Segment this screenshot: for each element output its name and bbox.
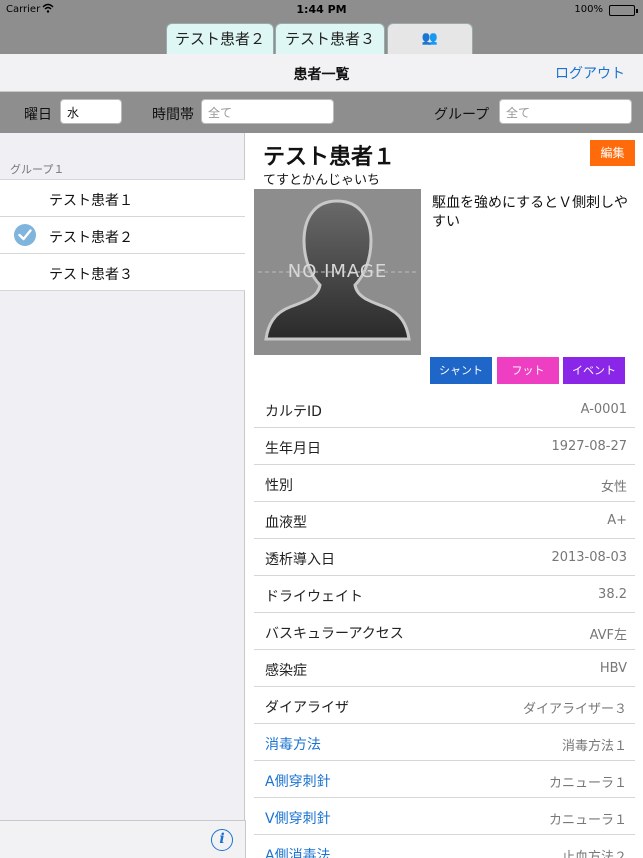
- table-row[interactable]: V側穿刺針 カニューラ１: [254, 798, 635, 835]
- row-value: 女性: [600, 480, 627, 495]
- row-value: 消毒方法１: [561, 739, 627, 754]
- table-row: バスキュラーアクセス AVF左: [254, 613, 635, 650]
- table-row[interactable]: A側穿刺針 カニューラ１: [254, 761, 635, 798]
- day-filter-label: 曜日: [24, 107, 52, 123]
- row-value: 38.2: [598, 587, 627, 602]
- filter-bar: 曜日 水 時間帯 全て グループ 全て: [0, 92, 643, 133]
- shunt-button[interactable]: シャント: [430, 357, 492, 384]
- list-item[interactable]: テスト患者１: [0, 180, 245, 217]
- foot-button[interactable]: フット: [497, 357, 559, 384]
- row-value: A+: [607, 513, 627, 528]
- row-label: 透析導入日: [265, 552, 335, 568]
- tab-patient-list[interactable]: 👥: [387, 23, 473, 54]
- table-row: 透析導入日 2013-08-03: [254, 539, 635, 576]
- navigation-bar: 患者一覧 ログアウト: [0, 54, 643, 92]
- row-value: AVF左: [589, 628, 627, 643]
- table-row[interactable]: 消毒方法 消毒方法１: [254, 724, 635, 761]
- table-row: ドライウェイト 38.2: [254, 576, 635, 613]
- patient-info-table: カルテID A-0001 生年月日 1927-08-27 性別 女性 血液型 A…: [254, 391, 635, 858]
- day-filter-field[interactable]: 水: [60, 99, 122, 124]
- patient-sidebar: グループ１ テスト患者１ テスト患者２ テスト患者３: [0, 133, 245, 820]
- a-side-disinfection-link[interactable]: A側消毒法: [265, 845, 331, 858]
- patient-name-label: テスト患者１: [49, 193, 133, 209]
- row-value: 1927-08-27: [551, 439, 627, 454]
- logout-button[interactable]: ログアウト: [555, 63, 625, 83]
- patient-detail: テスト患者１ てすとかんじゃいち 編集 NO IMAGE 駆血を強めにするとＶ側…: [246, 133, 643, 858]
- clock: 1:44 PM: [296, 3, 347, 16]
- patient-name-label: テスト患者２: [49, 230, 133, 246]
- row-label: カルテID: [265, 404, 322, 420]
- battery-percentage: 100%: [574, 4, 603, 15]
- table-row: カルテID A-0001: [254, 391, 635, 428]
- patient-photo-placeholder: NO IMAGE: [254, 189, 421, 355]
- row-label: バスキュラーアクセス: [265, 626, 404, 642]
- a-side-needle-link[interactable]: A側穿刺針: [265, 771, 331, 791]
- patient-name: テスト患者１: [263, 145, 396, 170]
- table-row: ダイアライザ ダイアライザー３: [254, 687, 635, 724]
- tab-patient-3[interactable]: テスト患者３: [275, 23, 385, 54]
- time-filter-label: 時間帯: [152, 107, 194, 123]
- page-title: 患者一覧: [293, 67, 350, 83]
- battery-icon: [609, 5, 638, 16]
- patient-kana: てすとかんじゃいち: [263, 173, 381, 188]
- row-label: ダイアライザ: [265, 700, 349, 716]
- patient-name-label: テスト患者３: [49, 267, 133, 283]
- edit-button[interactable]: 編集: [590, 140, 635, 166]
- row-label: 性別: [265, 478, 293, 494]
- sidebar-toolbar: i: [0, 820, 246, 858]
- row-value: ダイアライザー３: [522, 702, 627, 717]
- list-item[interactable]: テスト患者２: [0, 217, 245, 254]
- table-row: 性別 女性: [254, 465, 635, 502]
- row-value: カニューラ１: [548, 776, 627, 791]
- info-icon[interactable]: i: [211, 829, 233, 851]
- tab-patient-2[interactable]: テスト患者２: [166, 23, 274, 54]
- row-value: 止血方法２: [561, 850, 627, 858]
- group-filter-label: グループ: [434, 107, 490, 123]
- checkmark-icon: [14, 224, 36, 246]
- row-value: カニューラ１: [548, 813, 627, 828]
- table-row: 感染症 HBV: [254, 650, 635, 687]
- group-header: グループ１: [10, 163, 65, 176]
- status-bar: Carrier 1:44 PM 100%: [0, 0, 643, 20]
- patient-list: テスト患者１ テスト患者２ テスト患者３: [0, 179, 245, 291]
- people-icon: 👥: [421, 31, 439, 46]
- table-row[interactable]: A側消毒法 止血方法２: [254, 835, 635, 858]
- patient-note: 駆血を強めにするとＶ側刺しやすい: [432, 195, 628, 230]
- row-value: 2013-08-03: [551, 550, 627, 565]
- time-filter-field[interactable]: 全て: [201, 99, 334, 124]
- list-item[interactable]: テスト患者３: [0, 254, 245, 291]
- row-label: 血液型: [265, 515, 307, 531]
- row-label: 生年月日: [265, 441, 321, 457]
- disinfection-method-link[interactable]: 消毒方法: [265, 734, 321, 754]
- group-filter-field[interactable]: 全て: [499, 99, 632, 124]
- table-row: 生年月日 1927-08-27: [254, 428, 635, 465]
- table-row: 血液型 A+: [254, 502, 635, 539]
- row-value: HBV: [599, 661, 627, 676]
- no-image-label: NO IMAGE: [287, 261, 388, 282]
- patient-tab-strip: テスト患者２ テスト患者３ 👥: [0, 20, 643, 54]
- row-label: 感染症: [265, 663, 307, 679]
- v-side-needle-link[interactable]: V側穿刺針: [265, 808, 331, 828]
- row-value: A-0001: [580, 402, 627, 417]
- row-label: ドライウェイト: [265, 589, 363, 605]
- event-button[interactable]: イベント: [563, 357, 625, 384]
